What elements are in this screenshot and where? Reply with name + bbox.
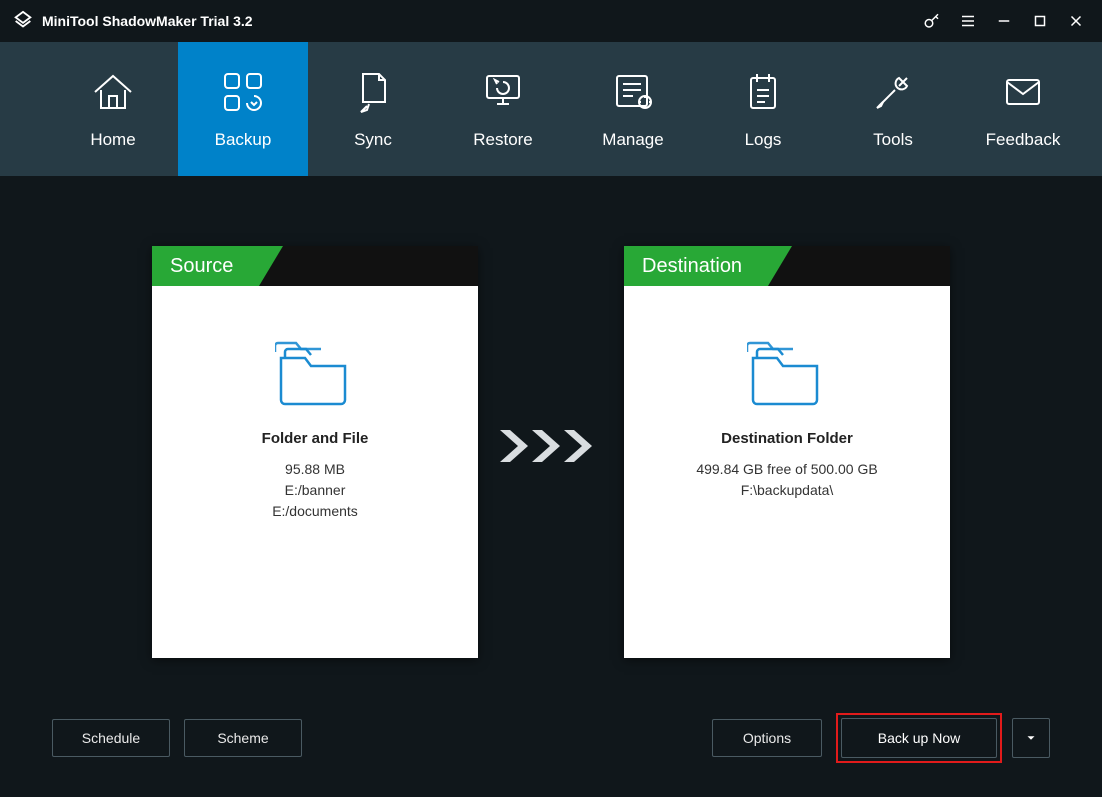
app-title: MiniTool ShadowMaker Trial 3.2 [42,13,253,29]
source-path-2: E:/documents [272,501,358,522]
sync-icon [349,68,397,116]
destination-free: 499.84 GB free of 500.00 GB [696,459,877,480]
logs-icon [739,68,787,116]
backup-now-button[interactable]: Back up Now [841,718,997,758]
destination-ribbon: Destination [624,246,768,286]
maximize-button[interactable] [1022,0,1058,42]
manage-icon [609,68,657,116]
key-icon[interactable] [914,0,950,42]
nav-label: Tools [873,130,913,150]
source-card[interactable]: Source Folder and File 95.88 MB E:/banne… [152,246,478,658]
nav-label: Sync [354,130,392,150]
tools-icon [869,68,917,116]
destination-card[interactable]: Destination Destination Folder 499.84 GB… [624,246,950,658]
bottom-bar: Schedule Scheme Options Back up Now [0,713,1102,763]
source-size: 95.88 MB [285,459,345,480]
backup-icon [219,68,267,116]
main-content: Source Folder and File 95.88 MB E:/banne… [0,176,1102,658]
main-nav: Home Backup Sync Restore Manage Logs T [0,42,1102,176]
nav-label: Home [90,130,135,150]
backup-dropdown-button[interactable] [1012,718,1050,758]
nav-feedback[interactable]: Feedback [958,42,1088,176]
nav-label: Manage [602,130,663,150]
source-path-1: E:/banner [285,480,346,501]
nav-label: Logs [745,130,782,150]
app-logo-icon [12,10,34,32]
scheme-button[interactable]: Scheme [184,719,302,757]
minimize-button[interactable] [986,0,1022,42]
feedback-icon [999,68,1047,116]
destination-title: Destination Folder [721,430,853,447]
nav-label: Backup [215,130,272,150]
nav-label: Restore [473,130,533,150]
close-button[interactable] [1058,0,1094,42]
source-ribbon: Source [152,246,259,286]
home-icon [89,68,137,116]
nav-label: Feedback [986,130,1061,150]
options-button[interactable]: Options [712,719,822,757]
folder-icon [275,338,355,408]
nav-restore[interactable]: Restore [438,42,568,176]
schedule-button[interactable]: Schedule [52,719,170,757]
destination-header: Destination [624,246,950,286]
nav-tools[interactable]: Tools [828,42,958,176]
nav-backup[interactable]: Backup [178,42,308,176]
folder-icon [747,338,827,408]
nav-manage[interactable]: Manage [568,42,698,176]
titlebar: MiniTool ShadowMaker Trial 3.2 [0,0,1102,42]
nav-sync[interactable]: Sync [308,42,438,176]
source-title: Folder and File [262,430,369,447]
nav-home[interactable]: Home [48,42,178,176]
source-header: Source [152,246,478,286]
backup-now-highlight: Back up Now [836,713,1002,763]
restore-icon [479,68,527,116]
nav-logs[interactable]: Logs [698,42,828,176]
arrow-icon [478,426,624,466]
destination-path: F:\backupdata\ [741,480,834,501]
menu-icon[interactable] [950,0,986,42]
